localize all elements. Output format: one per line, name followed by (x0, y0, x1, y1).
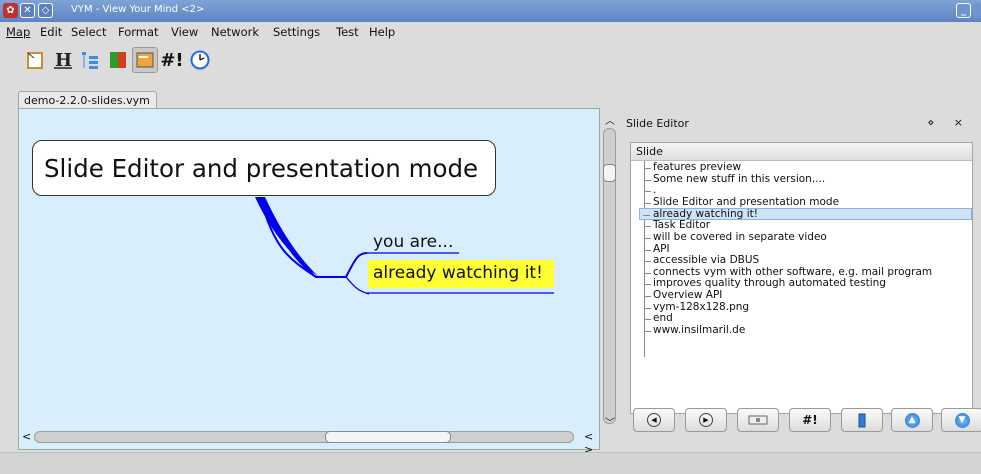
panel-float-close-icons[interactable]: ⋄ × (927, 116, 971, 129)
slide-item[interactable]: end (641, 313, 972, 325)
tree-view-icon[interactable] (77, 47, 103, 73)
menu-select[interactable]: Select (71, 25, 106, 39)
menu-bar: Map Edit Select Format View Network Sett… (0, 22, 981, 42)
toolbar: H #! (0, 42, 981, 82)
h-scroll-handle[interactable] (325, 431, 451, 443)
edit-script-button[interactable]: #! (789, 408, 831, 432)
map-horizontal-scrollbar[interactable]: < < > (22, 429, 602, 456)
arrow-up-icon: ▲ (904, 412, 920, 428)
slide-item[interactable]: vym-128x128.png (641, 301, 972, 314)
close-icon[interactable]: ✕ (20, 3, 35, 18)
previous-slide-button[interactable]: ◀ (633, 408, 675, 432)
window-title: VYM - View Your Mind <2> (71, 4, 205, 15)
slide-item[interactable]: features preview (641, 161, 972, 174)
vym-app-icon[interactable]: ✿ (3, 3, 18, 18)
slide-button-row: ◀ ▶ #! ▲ ▼ (630, 408, 981, 436)
next-icon: ▶ (699, 413, 713, 427)
menu-test[interactable]: Test (336, 25, 359, 39)
arrow-down-icon: ▼ (954, 412, 970, 428)
script-editor-button[interactable]: #! (159, 47, 185, 73)
slide-list: features preview Some new stuff in this … (631, 161, 972, 357)
child-node-you-are[interactable]: you are... (373, 232, 453, 252)
heading-format-icon[interactable]: H (50, 47, 76, 73)
menu-network[interactable]: Network (211, 25, 259, 39)
slide-editor-panel: Slide Editor ⋄ × Slide features preview … (620, 112, 981, 450)
info-icon (858, 413, 866, 428)
h-scroll-track[interactable] (34, 431, 574, 443)
panel-title: Slide Editor (626, 117, 689, 130)
title-bar: ✿ ✕ ◇ VYM - View Your Mind <2> _ (0, 0, 981, 22)
tree-column-header[interactable]: Slide (631, 143, 972, 161)
slide-tree[interactable]: Slide features preview Some new stuff in… (630, 142, 973, 414)
tab-bar: demo-2.2.0-slides.vym (0, 86, 981, 110)
task-editor-icon[interactable] (105, 47, 131, 73)
slide-item[interactable]: will be covered in separate video (641, 231, 972, 244)
history-clock-icon[interactable] (187, 47, 213, 73)
add-slide-button[interactable] (737, 408, 779, 432)
map-vertical-scrollbar[interactable]: ︿ ﹀ (600, 112, 620, 444)
sticky-icon[interactable]: ◇ (38, 3, 53, 18)
menu-edit[interactable]: Edit (40, 25, 62, 39)
menu-map[interactable]: Map (6, 25, 30, 39)
menu-format[interactable]: Format (118, 25, 159, 39)
scroll-handle[interactable] (603, 164, 616, 182)
main-node[interactable]: Slide Editor and presentation mode (32, 140, 496, 196)
app-window: ✿ ✕ ◇ VYM - View Your Mind <2> _ Map Edi… (0, 0, 981, 474)
scroll-left-icon[interactable]: < (22, 430, 31, 443)
menu-view[interactable]: View (171, 25, 198, 39)
maximize-icon[interactable] (973, 3, 981, 18)
child-node-already-watching[interactable]: already watching it! (368, 260, 554, 288)
scroll-up-icon[interactable]: ︿ (605, 112, 615, 127)
status-bar (0, 452, 981, 474)
menu-help[interactable]: Help (369, 25, 395, 39)
new-map-icon[interactable] (22, 47, 48, 73)
slide-item[interactable]: accessible via DBUS (641, 255, 972, 267)
minimize-icon[interactable]: _ (956, 3, 971, 18)
slide-item[interactable]: Some new stuff in this version.... (641, 173, 972, 186)
slide-item[interactable]: Slide Editor and presentation mode (641, 196, 972, 209)
slide-editor-icon[interactable] (132, 47, 158, 73)
slide-item[interactable]: www.insilmaril.de (641, 324, 972, 337)
menu-settings[interactable]: Settings (273, 25, 320, 39)
move-slide-down-button[interactable]: ▼ (941, 408, 981, 432)
scroll-down-icon[interactable]: ﹀ (605, 414, 615, 429)
move-slide-up-button[interactable]: ▲ (891, 408, 933, 432)
previous-icon: ◀ (647, 413, 661, 427)
map-canvas[interactable]: Slide Editor and presentation mode you a… (18, 108, 600, 450)
slide-info-button[interactable] (841, 408, 883, 432)
add-slide-icon (748, 415, 768, 425)
next-slide-button[interactable]: ▶ (685, 408, 727, 432)
slide-item[interactable]: Overview API (641, 289, 972, 302)
